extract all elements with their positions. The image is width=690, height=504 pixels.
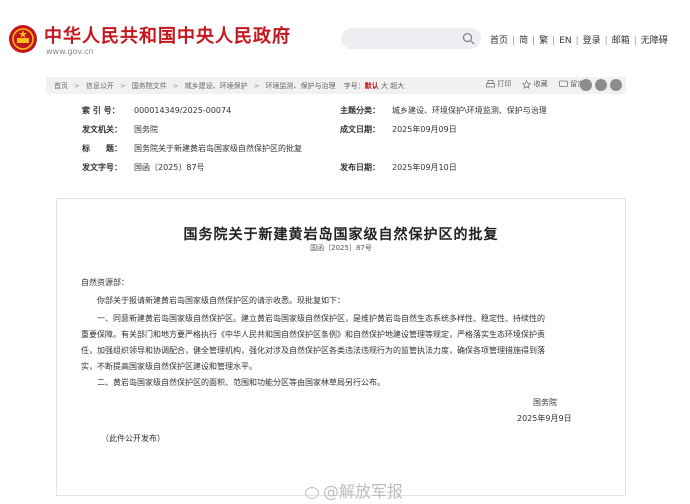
breadcrumb-bar: 首页 > 信息公开 > 国务院文件 > 城乡建设、环境保护 > 环境监测、保护与治理 字号：默认… bbox=[46, 77, 626, 94]
site-url: www.gov.cn bbox=[46, 47, 94, 56]
nav-accessibility[interactable]: 无障碍 bbox=[641, 36, 668, 46]
national-emblem-icon[interactable] bbox=[8, 24, 38, 54]
font-size-default[interactable]: 默认 bbox=[365, 82, 379, 90]
article-signer: 国务院 bbox=[533, 398, 557, 407]
breadcrumb-item-docs[interactable]: 国务院文件 bbox=[132, 82, 167, 90]
breadcrumb-item-urban[interactable]: 城乡建设、环境保护 bbox=[185, 82, 248, 90]
meta-issuer: 发文机关： 国务院 bbox=[82, 125, 158, 134]
print-icon bbox=[486, 79, 495, 87]
nav-english[interactable]: EN bbox=[559, 36, 571, 46]
favorite-button[interactable]: 收藏 bbox=[521, 79, 548, 89]
print-button[interactable]: 打印 bbox=[486, 79, 511, 89]
share-buttons bbox=[577, 79, 622, 91]
article-paragraph-2-line-2: 重要保障。有关部门和地方要严格执行《中华人民共和国自然保护区条例》和自然保护地建… bbox=[81, 330, 545, 339]
nav-simplified[interactable]: 简 bbox=[519, 36, 528, 46]
nav-login[interactable]: 登录 bbox=[583, 36, 601, 46]
site-title[interactable]: 中华人民共和国中央人民政府 bbox=[44, 22, 291, 48]
print-label: 打印 bbox=[497, 80, 512, 88]
site-header: 中华人民共和国中央人民政府 www.gov.cn 首页 | 简 | 繁 | EN | 登录 | 邮箱… bbox=[0, 0, 690, 70]
article-salutation: 自然资源部： bbox=[81, 278, 129, 287]
breadcrumb-item-env[interactable]: 环境监测、保护与治理 bbox=[266, 82, 336, 90]
star-icon bbox=[521, 79, 532, 89]
share-qq-icon[interactable] bbox=[610, 79, 622, 91]
breadcrumb-item-info[interactable]: 信息公开 bbox=[86, 82, 114, 90]
nav-traditional[interactable]: 繁 bbox=[539, 36, 548, 46]
meta-index: 索 引 号： 000014349/2025-00074 bbox=[82, 106, 232, 115]
font-size-large[interactable]: 大 bbox=[381, 82, 388, 90]
search-icon[interactable] bbox=[462, 32, 475, 45]
meta-date-written: 成文日期： 2025年09月09日 bbox=[340, 125, 457, 134]
share-weibo-icon[interactable] bbox=[580, 79, 592, 91]
share-wechat-icon[interactable] bbox=[595, 79, 607, 91]
meta-category: 主题分类： 城乡建设、环境保护\环境监测、保护与治理 bbox=[340, 106, 547, 115]
watermark-text: @解放军报 bbox=[323, 482, 404, 501]
weibo-watermark: @解放军报 bbox=[305, 478, 403, 502]
meta-docno: 发文字号： 国函〔2025〕87号 bbox=[82, 163, 205, 172]
search-input[interactable] bbox=[341, 28, 481, 49]
article-docno: 国函〔2025〕87号 bbox=[310, 244, 372, 252]
meta-publish-date: 发布日期： 2025年09月10日 bbox=[340, 163, 457, 172]
article-paragraph-3: 二、黄岩岛国家级自然保护区的面积、范围和功能分区等由国家林草局另行公布。 bbox=[97, 378, 385, 387]
font-size-label: 字号： bbox=[343, 82, 365, 90]
weibo-icon bbox=[305, 486, 319, 499]
article-title: 国务院关于新建黄岩岛国家级自然保护区的批复 bbox=[183, 227, 499, 243]
article-paragraph-2-line-1: 一、同意新建黄岩岛国家级自然保护区。建立黄岩岛国家级自然保护区，是维护黄岩岛自然… bbox=[97, 314, 545, 323]
article-body: 国务院关于新建黄岩岛国家级自然保护区的批复 国函〔2025〕87号 自然资源部：… bbox=[56, 198, 626, 496]
meta-title: 标 题： 国务院关于新建黄岩岛国家级自然保护区的批复 bbox=[82, 144, 302, 153]
article-note: （此件公开发布） bbox=[101, 434, 165, 443]
top-nav: 首页 | 简 | 繁 | EN | 登录 | 邮箱 | 无障碍 bbox=[490, 36, 668, 46]
favorite-label: 收藏 bbox=[533, 80, 548, 88]
message-icon bbox=[559, 80, 568, 87]
article-sign-date: 2025年9月9日 bbox=[517, 414, 572, 423]
nav-mailbox[interactable]: 邮箱 bbox=[612, 36, 630, 46]
breadcrumb-item-home[interactable]: 首页 bbox=[54, 82, 68, 90]
nav-home[interactable]: 首页 bbox=[490, 36, 508, 46]
article-paragraph-1: 你部关于报请新建黄岩岛国家级自然保护区的请示收悉。现批复如下： bbox=[97, 296, 345, 305]
breadcrumb: 首页 > 信息公开 > 国务院文件 > 城乡建设、环境保护 > 环境监测、保护与治理 字号：默认… bbox=[54, 82, 405, 90]
font-size-xlarge[interactable]: 超大 bbox=[390, 82, 404, 90]
article-paragraph-2-line-3: 任，加强组织领导和协调配合，健全管理机构，强化对涉及自然保护区各类违法违规行为的… bbox=[81, 346, 545, 355]
article-paragraph-2-line-4: 实，不断提高国家级自然保护区建设和管理水平。 bbox=[81, 362, 257, 371]
